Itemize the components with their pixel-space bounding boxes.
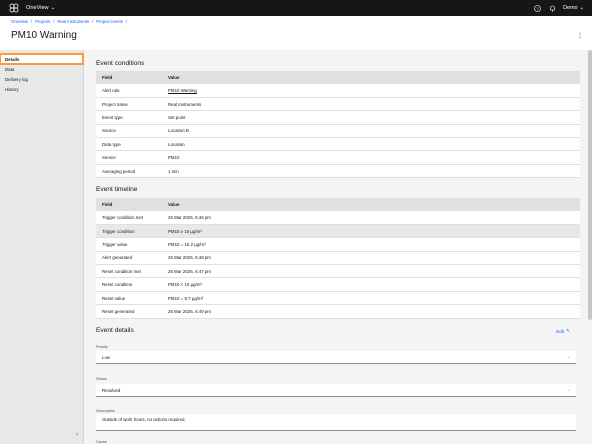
chevron-down-icon: ⌄ — [50, 5, 56, 11]
table-cell: Location — [168, 137, 580, 152]
chevron-down-icon: ⌄ — [566, 354, 571, 360]
priority-label: Priority — [96, 345, 108, 349]
user-menu[interactable]: Demo ⌄ — [563, 5, 584, 11]
table-row: Trigger condition met 26 Mar 2026, 5:46 p… — [96, 211, 580, 225]
table-cell: Real Instruments — [168, 97, 580, 112]
notification-bell-icon[interactable] — [548, 4, 556, 12]
breadcrumb-item[interactable]: Real Instruments — [57, 19, 89, 24]
table-cell: Sensor — [96, 150, 168, 165]
table-cell: Alert generated — [96, 251, 168, 266]
description-label: Description — [96, 409, 115, 413]
event-details-title: Event details — [96, 327, 134, 334]
breadcrumb-item[interactable]: Project events — [96, 19, 123, 24]
sidebar-item-delivery-log[interactable]: Delivery log — [0, 74, 83, 84]
sidebar-item-data[interactable]: Data — [0, 64, 83, 74]
table-cell: Event type — [96, 110, 168, 125]
sidebar: Details Data Delivery log History ‹ — [0, 50, 84, 444]
help-icon[interactable]: ? — [533, 4, 541, 12]
event-timeline-table: Field Value Trigger condition met 26 Mar … — [96, 198, 580, 319]
table-row: Event type Set point — [96, 110, 580, 125]
table-row: Reset condition met 26 Mar 2026, 6:47 pm — [96, 264, 580, 279]
app-logo-icon[interactable] — [6, 0, 22, 16]
user-name: Demo — [563, 5, 578, 11]
table-cell: 26 Mar 2026, 5:48 pm — [168, 251, 580, 266]
breadcrumb-item[interactable]: Projects — [35, 19, 50, 24]
chevron-down-icon: ⌄ — [579, 5, 584, 11]
table-cell: PM10 — [168, 150, 580, 165]
page-header: OneView / Projects / Real Instruments / Pro… — [0, 16, 592, 50]
table-row: Trigger value PM10 = 15.2 µg/m³ — [96, 237, 580, 252]
table-row: Alert rule PM10 Warning — [96, 84, 580, 98]
table-row: Averaging period 1 min — [96, 164, 580, 179]
table-cell: Trigger condition met — [96, 211, 168, 225]
event-timeline-title: Event timeline — [96, 186, 138, 193]
top-bar: OneView ⌄ ? Demo ⌄ — [0, 0, 592, 16]
sidebar-item-details[interactable]: Details — [0, 53, 84, 65]
priority-value: Low — [102, 354, 111, 360]
breadcrumb-item[interactable]: OneView — [11, 19, 28, 24]
table-cell: Data type — [96, 137, 168, 152]
status-select[interactable]: Resolved ⌄ — [96, 384, 576, 397]
app-switcher[interactable]: OneView ⌄ — [26, 5, 55, 11]
column-header: Value — [168, 71, 580, 84]
table-cell: PM10 < 10 µg/m³ — [168, 277, 580, 292]
table-row: Data type Location — [96, 137, 580, 152]
description-textarea[interactable]: Outside of work hours, no actions requir… — [96, 414, 576, 431]
table-cell: 1 min — [168, 164, 580, 179]
table-cell: 26 Mar 2026, 6:47 pm — [168, 264, 580, 279]
vertical-scrollbar[interactable] — [588, 50, 592, 320]
column-header: Field — [96, 71, 168, 84]
table-cell: Source — [96, 124, 168, 139]
page-title: PM10 Warning — [11, 30, 77, 41]
table-cell: Project name — [96, 97, 168, 112]
edit-label: Edit — [556, 328, 565, 334]
table-cell: Trigger value — [96, 237, 168, 252]
main-content: Event conditions Field Value Alert rule P… — [84, 50, 592, 444]
table-cell: Alert rule — [96, 84, 168, 98]
chevron-down-icon: ⌄ — [566, 387, 571, 393]
overflow-menu-icon[interactable]: ⋮ — [577, 32, 583, 39]
table-cell: 26 Mar 2026, 6:49 pm — [168, 304, 580, 319]
pencil-icon: ✎ — [566, 328, 570, 333]
column-header: Value — [168, 198, 580, 211]
table-cell: Reset condition — [96, 277, 168, 292]
status-value: Resolved — [102, 387, 121, 393]
event-conditions-table: Field Value Alert rule PM10 Warning Proje… — [96, 71, 580, 179]
table-row: Reset condition PM10 < 10 µg/m³ — [96, 277, 580, 292]
table-cell: Location B — [168, 124, 580, 139]
app-name: OneView — [26, 5, 49, 11]
table-cell: 26 Mar 2026, 5:46 pm — [168, 211, 580, 225]
table-row: Trigger condition PM10 ≥ 15 µg/m³ — [96, 224, 580, 239]
priority-select[interactable]: Low ⌄ — [96, 351, 576, 364]
table-row: Reset generated 26 Mar 2026, 6:49 pm — [96, 304, 580, 319]
svg-text:?: ? — [536, 6, 539, 11]
table-row: Alert generated 26 Mar 2026, 5:48 pm — [96, 251, 580, 266]
table-cell: PM10 = 15.2 µg/m³ — [168, 237, 580, 252]
edit-button[interactable]: Edit ✎ — [556, 328, 570, 334]
sidebar-item-history[interactable]: History — [0, 84, 83, 94]
column-header: Field — [96, 198, 168, 211]
alert-rule-link[interactable]: PM10 Warning — [168, 88, 197, 93]
table-cell: Reset generated — [96, 304, 168, 319]
event-conditions-title: Event conditions — [96, 60, 145, 67]
table-cell: Averaging period — [96, 164, 168, 179]
table-cell: Trigger condition — [96, 224, 168, 239]
table-cell: PM10 ≥ 15 µg/m³ — [168, 224, 580, 239]
table-row: Project name Real Instruments — [96, 97, 580, 112]
table-cell: Set point — [168, 110, 580, 125]
table-row: Sensor PM10 — [96, 150, 580, 165]
table-row: Reset value PM10 = 9.7 µg/m³ — [96, 291, 580, 306]
cause-label: Cause — [96, 440, 107, 444]
table-cell: Reset value — [96, 291, 168, 306]
collapse-sidebar-icon[interactable]: ‹ — [76, 432, 78, 438]
status-label: Status — [96, 377, 107, 381]
table-row: Source Location B — [96, 124, 580, 139]
breadcrumb: OneView / Projects / Real Instruments / Pro… — [11, 19, 127, 24]
table-cell: PM10 = 9.7 µg/m³ — [168, 291, 580, 306]
table-cell: Reset condition met — [96, 264, 168, 279]
